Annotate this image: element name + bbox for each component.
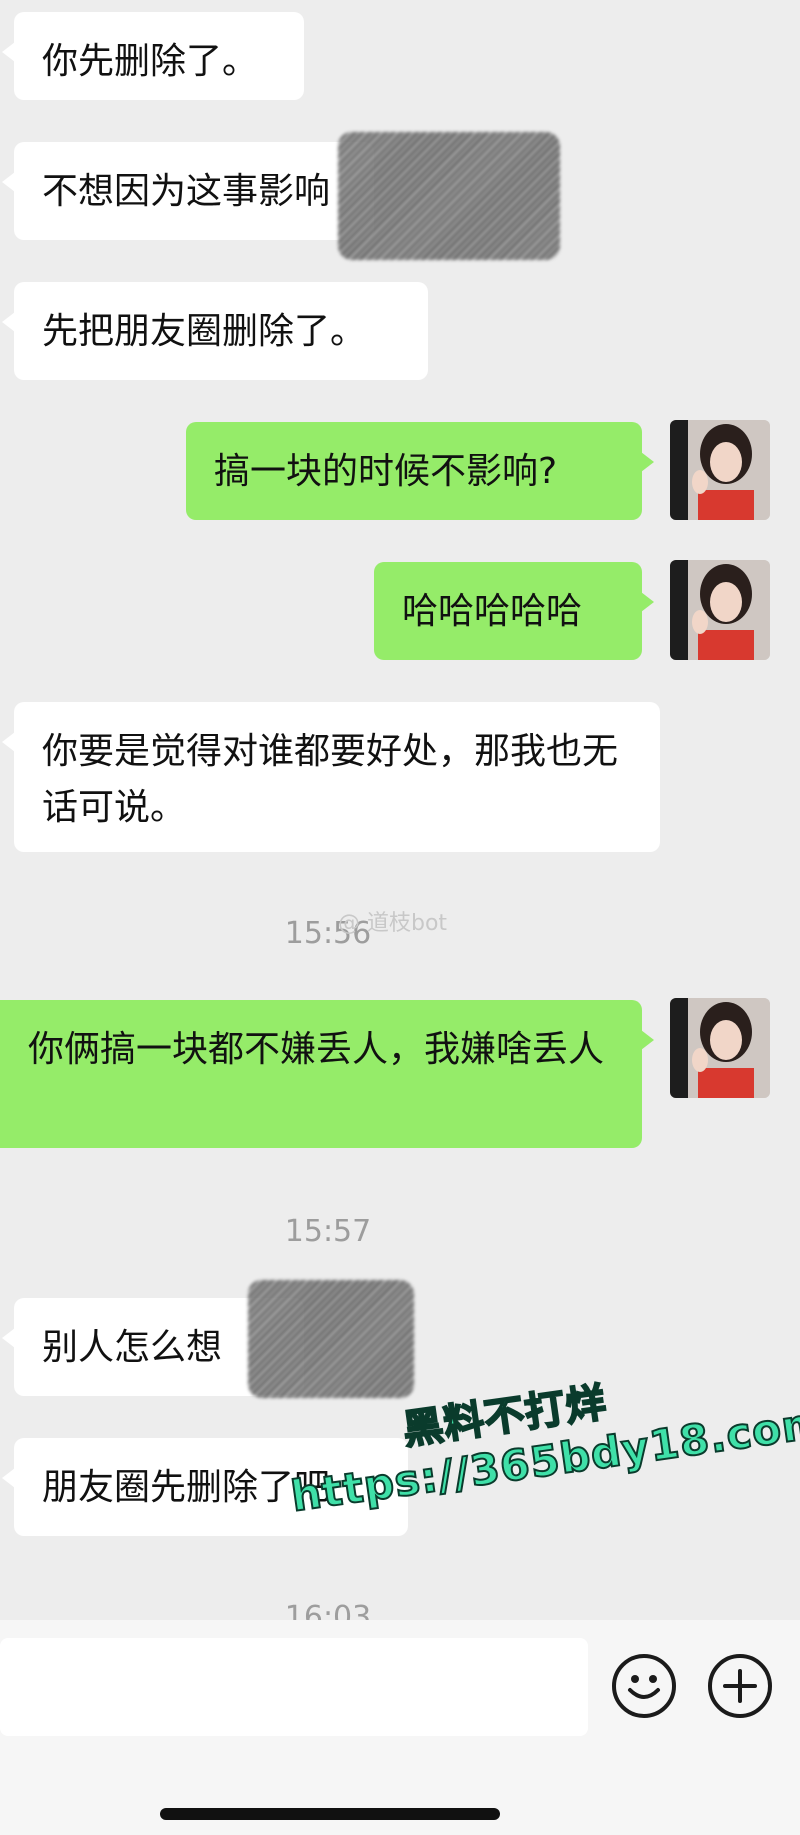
incoming-message[interactable]: 你先删除了。 bbox=[2, 12, 304, 100]
avatar[interactable] bbox=[670, 560, 770, 660]
timestamp: 15:57 bbox=[284, 1214, 372, 1249]
avatar[interactable] bbox=[670, 420, 770, 520]
avatar[interactable] bbox=[670, 998, 770, 1098]
redaction-scribble bbox=[248, 1280, 414, 1398]
plus-icon[interactable] bbox=[708, 1654, 772, 1718]
outgoing-message[interactable]: 你俩搞一块都不嫌丢人，我嫌啥丢人 bbox=[0, 1000, 654, 1148]
weibo-watermark: @ 道枝bot bbox=[338, 911, 448, 936]
input-bar bbox=[0, 1620, 800, 1835]
emoji-icon[interactable] bbox=[612, 1654, 676, 1718]
chat-area[interactable]: 你先删除了。 不想因为这事影响 先把朋友圈删除了。 搞一块的时候不影响? 哈哈哈… bbox=[0, 0, 800, 1635]
home-indicator[interactable] bbox=[160, 1808, 500, 1820]
incoming-message[interactable]: 你要是觉得对谁都要好处，那我也无话可说。 bbox=[2, 702, 660, 852]
message-input[interactable] bbox=[0, 1638, 588, 1736]
incoming-message[interactable]: 不想因为这事影响 bbox=[2, 142, 374, 240]
redaction-scribble bbox=[338, 132, 560, 260]
outgoing-message[interactable]: 搞一块的时候不影响? bbox=[186, 422, 654, 520]
outgoing-message[interactable]: 哈哈哈哈哈 bbox=[374, 562, 654, 660]
timestamp: 15:56 bbox=[284, 916, 372, 951]
incoming-message[interactable]: 先把朋友圈删除了。 bbox=[2, 282, 428, 380]
